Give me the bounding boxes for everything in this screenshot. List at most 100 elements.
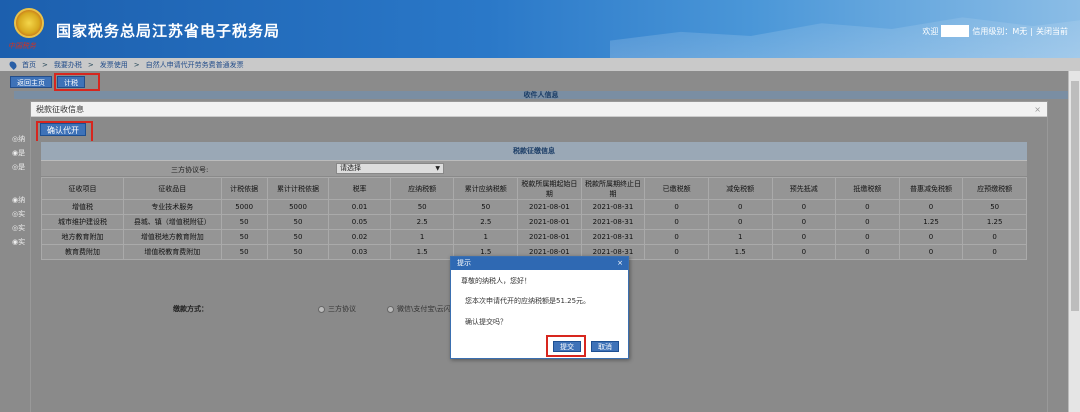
table-cell: 1.5 bbox=[389, 244, 455, 260]
table-cell: 增值税 bbox=[40, 199, 125, 215]
col-header: 征收品目 bbox=[123, 177, 222, 200]
table-row: 增值税 专业技术服务 5000 5000 0.01 50 50 2021-08-01 2021-… bbox=[40, 199, 1027, 215]
table-cell: 县城、镇（增值税附征） bbox=[123, 214, 222, 230]
col-header: 应纳税额 bbox=[389, 177, 455, 200]
modal-title: 税款征收信息 bbox=[36, 105, 84, 114]
table-header-row: 征收项目 征收品目 计税依据 累计计税依据 税率 应纳税额 累计应纳税额 税款所… bbox=[40, 177, 1027, 200]
table-cell: 50 bbox=[220, 229, 268, 245]
col-header: 计税依据 bbox=[220, 177, 268, 200]
username-redacted bbox=[941, 25, 970, 37]
table-cell: 0.03 bbox=[328, 244, 391, 260]
table-cell: 专业技术服务 bbox=[123, 199, 222, 215]
side-option-1[interactable]: ◎纳 bbox=[12, 134, 30, 144]
radio-icon[interactable] bbox=[318, 305, 325, 313]
highlight-calc-button bbox=[54, 73, 100, 91]
modal-close-icon[interactable]: × bbox=[1034, 102, 1041, 117]
table-cell: 1 bbox=[453, 229, 519, 245]
tax-emblem-icon bbox=[14, 8, 44, 38]
col-header: 税率 bbox=[328, 177, 391, 200]
dialog-titlebar: 提示 × bbox=[451, 257, 628, 270]
chevron-down-icon: ▼ bbox=[435, 165, 440, 172]
table-cell: 5000 bbox=[266, 199, 330, 215]
table-cell: 增值税教育费附加 bbox=[123, 244, 222, 260]
modal-toolbar: 确认代开 bbox=[31, 117, 1047, 141]
dialog-message: 您本次申请代开的应纳税额是51.25元。 bbox=[465, 297, 591, 305]
table-cell: 0 bbox=[771, 199, 837, 215]
table-cell: 1.5 bbox=[707, 244, 773, 260]
table-cell: 0 bbox=[835, 214, 900, 230]
table-cell: 0 bbox=[771, 244, 837, 260]
table-cell: 1 bbox=[707, 229, 773, 245]
table-cell: 50 bbox=[220, 244, 268, 260]
site-title: 国家税务总局江苏省电子税务局 bbox=[56, 22, 281, 40]
breadcrumb-invoice[interactable]: 发票使用 bbox=[100, 60, 128, 70]
table-cell: 教育费附加 bbox=[40, 244, 125, 260]
scrollbar-thumb[interactable] bbox=[1071, 81, 1079, 311]
table-cell: 50 bbox=[453, 199, 519, 215]
side-option-5[interactable]: ◎实 bbox=[12, 209, 30, 219]
col-header: 减免税额 bbox=[707, 177, 773, 200]
table-cell: 1.25 bbox=[962, 214, 1027, 230]
page-scrollbar[interactable] bbox=[1068, 71, 1080, 412]
table-cell: 城市维护建设税 bbox=[40, 214, 125, 230]
table-cell: 2021-08-01 bbox=[517, 199, 582, 215]
dialog-greeting: 尊敬的纳税人，您好！ bbox=[461, 277, 531, 285]
cancel-button[interactable]: 取消 bbox=[591, 341, 619, 352]
col-header: 普惠减免税额 bbox=[898, 177, 964, 200]
table-cell: 0.05 bbox=[328, 214, 391, 230]
col-header: 税款所属期起始日期 bbox=[517, 177, 582, 200]
location-pin-icon bbox=[8, 59, 18, 70]
table-cell: 0 bbox=[707, 214, 773, 230]
payee-info-header: 收件人信息 bbox=[14, 91, 1068, 99]
table-cell: 2021-08-31 bbox=[580, 199, 646, 215]
table-cell: 0 bbox=[898, 244, 964, 260]
table-cell: 50 bbox=[266, 229, 330, 245]
side-option-7[interactable]: ◉实 bbox=[12, 237, 30, 247]
table-cell: 50 bbox=[266, 214, 330, 230]
col-header: 征收项目 bbox=[40, 177, 125, 200]
col-header: 预先抵减 bbox=[771, 177, 837, 200]
table-cell: 50 bbox=[220, 214, 268, 230]
highlight-submit-button bbox=[546, 335, 586, 357]
table-cell: 2021-08-01 bbox=[517, 214, 582, 230]
table-cell: 0.01 bbox=[328, 199, 391, 215]
breadcrumb-tax[interactable]: 我要办税 bbox=[54, 60, 82, 70]
table-cell: 50 bbox=[962, 199, 1027, 215]
credit-level: 信用级别：M无 bbox=[972, 26, 1028, 36]
dialog-title: 提示 bbox=[457, 259, 471, 267]
dialog-close-icon[interactable]: × bbox=[617, 257, 623, 270]
return-home-button[interactable]: 返回主页 bbox=[10, 76, 52, 88]
table-cell: 0 bbox=[644, 199, 709, 215]
side-option-3[interactable]: ◎是 bbox=[12, 162, 30, 172]
side-option-4[interactable]: ◉纳 bbox=[12, 195, 30, 205]
col-header: 累计应纳税额 bbox=[453, 177, 519, 200]
emblem-caption: 中国税务 bbox=[8, 42, 36, 50]
table-cell: 2.5 bbox=[453, 214, 519, 230]
payment-label: 缴款方式： bbox=[173, 305, 208, 313]
side-option-6[interactable]: ◎实 bbox=[12, 223, 30, 233]
confirm-dialog: 提示 × 尊敬的纳税人，您好！ 您本次申请代开的应纳税额是51.25元。 确认提… bbox=[450, 256, 629, 359]
breadcrumb-home[interactable]: 首页 bbox=[22, 60, 36, 70]
table-cell: 增值税地方教育附加 bbox=[123, 229, 222, 245]
table-cell: 2.5 bbox=[389, 214, 455, 230]
table-cell: 1 bbox=[389, 229, 455, 245]
site-header: 中国税务 国家税务总局江苏省电子税务局 欢迎 信用级别：M无 | 关闭当前 bbox=[0, 0, 1080, 58]
close-page-link[interactable]: 关闭当前 bbox=[1036, 26, 1068, 37]
user-info: 欢迎 信用级别：M无 | 关闭当前 bbox=[922, 25, 1068, 37]
protocol-select[interactable]: 请选择 ▼ bbox=[336, 163, 444, 174]
payment-option-tripartite[interactable]: 三方协议 bbox=[318, 304, 356, 314]
col-header: 已缴税额 bbox=[644, 177, 709, 200]
col-header: 应预缴税额 bbox=[962, 177, 1027, 200]
table-cell: 2021-08-01 bbox=[517, 229, 582, 245]
section-title: 税款征缴信息 bbox=[41, 142, 1027, 160]
radio-icon[interactable] bbox=[387, 305, 394, 313]
side-option-2[interactable]: ◉是 bbox=[12, 148, 30, 158]
table-cell: 2021-08-31 bbox=[580, 214, 646, 230]
table-row: 地方教育附加 增值税地方教育附加 50 50 0.02 1 1 2021-08-01 2021-… bbox=[40, 229, 1027, 245]
table-cell: 0 bbox=[898, 229, 964, 245]
col-header: 累计计税依据 bbox=[266, 177, 330, 200]
table-cell: 2021-08-31 bbox=[580, 229, 646, 245]
payment-option-wechat[interactable]: 微信\支付宝\云闪付 bbox=[387, 304, 458, 314]
table-cell: 5000 bbox=[220, 199, 268, 215]
breadcrumb-current[interactable]: 自然人申请代开劳务费普通发票 bbox=[146, 60, 244, 70]
